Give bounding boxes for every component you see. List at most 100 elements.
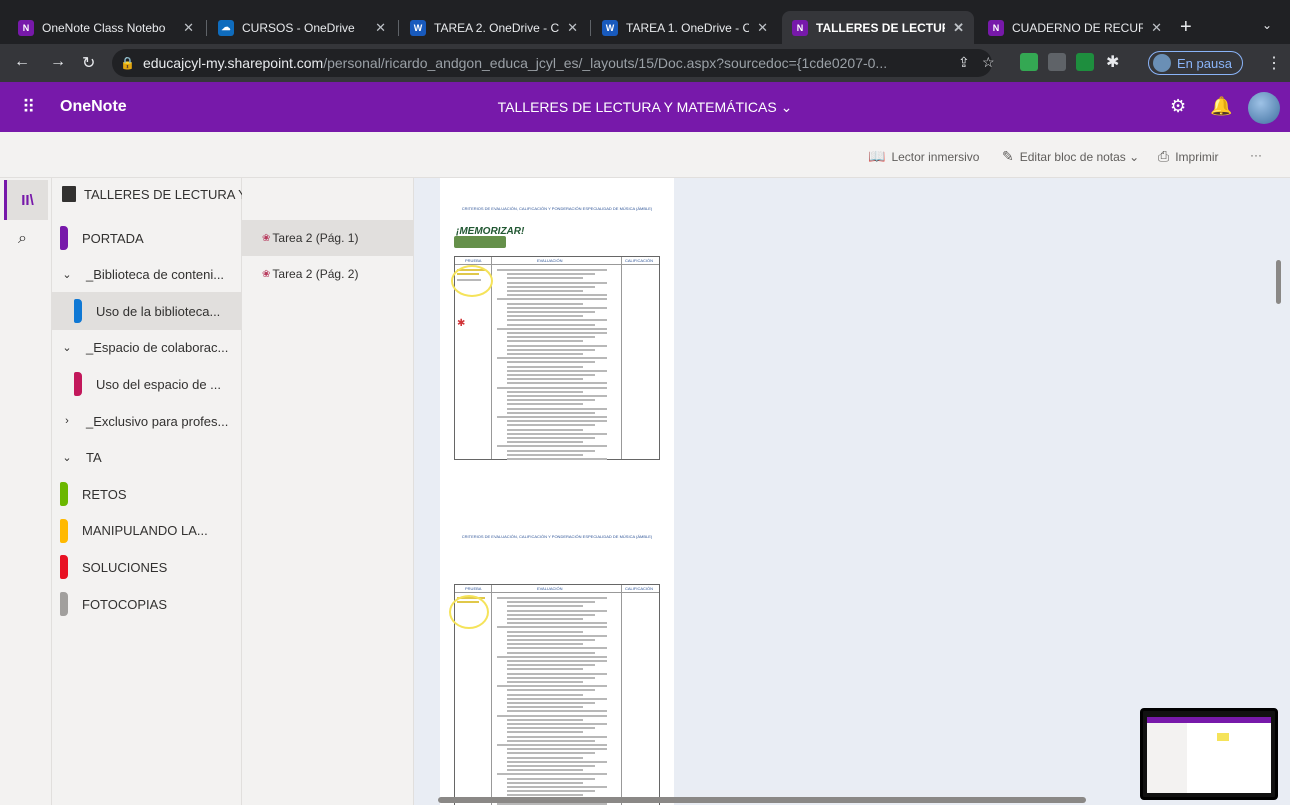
- document-text-line: [507, 424, 595, 427]
- document-text-line: [507, 290, 583, 292]
- evaluation-table-page2: PRUEBA EVALUACIÓN CALIFICACIÓN: [449, 584, 660, 805]
- search-icon[interactable]: ⌕: [18, 230, 27, 248]
- immersive-reader-button[interactable]: 📖 Lector inmersivo: [868, 148, 979, 165]
- section-item[interactable]: SOLUCIONES: [52, 548, 242, 586]
- tab-title: TAREA 1. OneDrive - C: [626, 20, 750, 35]
- section-label: MANIPULANDO LA...: [82, 523, 208, 539]
- vertical-scrollbar[interactable]: [1276, 260, 1281, 304]
- section-group[interactable]: ⌄ _Biblioteca de conteni...: [52, 256, 242, 294]
- document-text-line: [507, 323, 595, 326]
- document-text-line: [507, 273, 595, 276]
- browser-tab[interactable]: W TAREA 1. OneDrive - C ✕: [592, 11, 778, 44]
- document-text-line: [497, 714, 607, 717]
- more-options-button[interactable]: ···: [1250, 148, 1262, 162]
- document-text-line: [507, 395, 607, 397]
- back-icon[interactable]: ←: [14, 53, 30, 71]
- horizontal-scrollbar[interactable]: [438, 797, 1086, 803]
- classroom-extension-icon[interactable]: [1076, 53, 1094, 71]
- user-avatar[interactable]: [1248, 92, 1280, 124]
- document-text-line: [507, 348, 595, 351]
- tab-search-icon[interactable]: ⌄: [1262, 18, 1272, 32]
- section-item[interactable]: Uso del espacio de ...: [52, 365, 242, 403]
- document-text-line: [507, 618, 583, 620]
- notebooks-icon[interactable]: II\: [4, 180, 48, 220]
- document-text-line: [507, 365, 583, 368]
- lock-icon: 🔒: [120, 56, 135, 70]
- close-tab-icon[interactable]: ✕: [953, 20, 964, 36]
- document-text-line: [507, 336, 595, 339]
- page-label: Tarea 2 (Pág. 1): [272, 231, 359, 245]
- close-tab-icon[interactable]: ✕: [757, 20, 768, 36]
- section-tab-icon: [60, 592, 68, 616]
- document-text-line: [507, 609, 607, 612]
- reload-icon[interactable]: ↻: [82, 53, 95, 73]
- address-toolbar: ← → ↻ 🔒 educajcyl-my.sharepoint.com /per…: [0, 44, 1290, 82]
- section-label: RETOS: [82, 486, 127, 502]
- url-bar[interactable]: 🔒 educajcyl-my.sharepoint.com /personal/…: [112, 49, 992, 77]
- notification-bell-icon[interactable]: 🔔: [1210, 96, 1232, 117]
- section-label: _Exclusivo para profes...: [86, 413, 229, 429]
- bookmark-star-icon[interactable]: ☆: [982, 54, 995, 71]
- browser-tab[interactable]: N CUADERNO DE RECUR ✕: [978, 11, 1172, 44]
- section-group[interactable]: ⌄ _Espacio de colaborac...: [52, 329, 242, 367]
- page-item[interactable]: ❀ Tarea 2 (Pág. 2): [242, 256, 414, 292]
- browser-tab[interactable]: N TALLERES DE LECTUR ✕: [782, 11, 974, 44]
- forward-icon[interactable]: →: [50, 53, 66, 71]
- section-group[interactable]: ⌄ TA: [52, 439, 242, 477]
- column-header-calificacion: CALIFICACIÓN: [625, 258, 654, 263]
- close-tab-icon[interactable]: ✕: [375, 20, 386, 36]
- browser-tab[interactable]: W TAREA 2. OneDrive - C ✕: [400, 11, 588, 44]
- chevron-down-icon: ⌄: [62, 452, 72, 465]
- puzzle-extensions-icon[interactable]: ✱: [1106, 52, 1119, 72]
- print-button[interactable]: ⎙ Imprimir: [1158, 148, 1219, 165]
- document-text-line: [507, 781, 583, 784]
- close-tab-icon[interactable]: ✕: [183, 20, 194, 36]
- section-item[interactable]: PORTADA: [52, 219, 242, 257]
- column-header-prueba-2: PRUEBA: [465, 586, 482, 591]
- red-star-annotation: ✱: [457, 318, 466, 329]
- notebook-title[interactable]: TALLERES DE LECTURA Y MATEMÁTICAS ⌄: [0, 99, 1290, 116]
- new-tab-button[interactable]: +: [1180, 16, 1192, 39]
- browser-tab[interactable]: N OneNote Class Notebo ✕: [8, 11, 204, 44]
- page-item[interactable]: ❀ Tarea 2 (Pág. 1): [242, 220, 414, 256]
- section-item[interactable]: RETOS: [52, 475, 242, 513]
- document-text-line: [507, 622, 607, 625]
- section-tab-icon: [60, 518, 68, 543]
- section-group[interactable]: › _Exclusivo para profes...: [52, 402, 242, 440]
- document-text-line: [497, 626, 607, 629]
- document-text-line: [507, 428, 583, 431]
- section-item[interactable]: FOTOCOPIAS: [52, 585, 242, 623]
- extension-icon[interactable]: [1048, 53, 1066, 71]
- edit-notebook-button[interactable]: ✎ Editar bloc de notas ⌄: [1002, 148, 1139, 165]
- browser-tab[interactable]: ☁ CURSOS - OneDrive ✕: [208, 11, 396, 44]
- column-header-prueba: PRUEBA: [465, 258, 482, 263]
- tab-favicon-icon: N: [792, 19, 808, 36]
- page-canvas[interactable]: CRITERIOS DE EVALUACIÓN, CALIFICACIÓN Y …: [414, 178, 1290, 805]
- browser-menu-icon[interactable]: ⋮: [1266, 53, 1282, 73]
- column-header-evaluacion-2: EVALUACIÓN: [537, 586, 563, 591]
- document-text-line: [507, 748, 607, 751]
- immersive-reader-label: Lector inmersivo: [891, 149, 980, 164]
- yellow-circle-annotation-2: [449, 595, 489, 629]
- section-item[interactable]: Uso de la biblioteca...: [52, 292, 242, 331]
- tab-separator: [206, 20, 207, 36]
- section-label: Uso del espacio de ...: [96, 376, 222, 392]
- document-title-page2: CRITERIOS DE EVALUACIÓN, CALIFICACIÓN Y …: [461, 534, 653, 539]
- chevron-down-icon: ⌄: [62, 269, 72, 282]
- close-tab-icon[interactable]: ✕: [1151, 20, 1162, 36]
- document-text-line: [497, 269, 607, 271]
- section-tab-icon: [74, 372, 82, 397]
- document-text-line: [507, 727, 595, 730]
- document-text-line: [507, 378, 583, 381]
- tab-favicon-icon: W: [602, 19, 618, 36]
- share-icon[interactable]: ⇪: [958, 54, 970, 71]
- table-header-page2: PRUEBA EVALUACIÓN CALIFICACIÓN: [455, 585, 659, 593]
- document-text-line: [507, 651, 595, 654]
- drive-extension-icon[interactable]: [1020, 53, 1038, 71]
- settings-gear-icon[interactable]: ⚙: [1170, 96, 1186, 117]
- section-item[interactable]: MANIPULANDO LA...: [52, 512, 242, 550]
- profile-paused-button[interactable]: En pausa: [1148, 51, 1243, 75]
- close-tab-icon[interactable]: ✕: [567, 20, 578, 36]
- document-text-line: [507, 382, 607, 385]
- document-text-line: [497, 773, 607, 776]
